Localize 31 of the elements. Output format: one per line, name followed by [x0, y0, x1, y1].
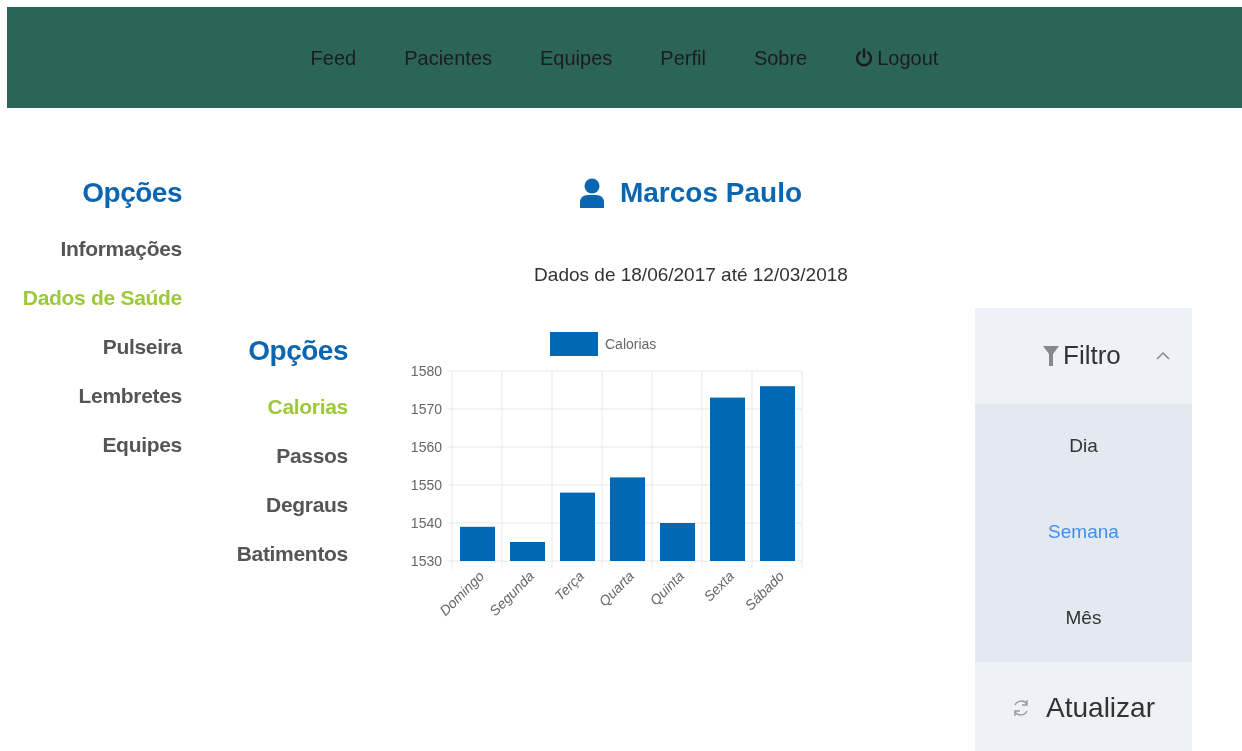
bar [660, 522, 695, 561]
menu-item[interactable]: Batimentos [236, 528, 348, 578]
axis-tick-label: 1560 [410, 438, 442, 455]
menu-item[interactable]: Equipes [102, 420, 182, 469]
filter-icon [1043, 345, 1059, 366]
bar [560, 492, 595, 561]
axis-tick-label: 1570 [410, 400, 442, 417]
axis-tick-label: 1540 [410, 514, 442, 531]
options-heading: Opções [247, 333, 348, 368]
axis-tick-label: 1580 [410, 362, 442, 379]
refresh-icon [1012, 697, 1031, 718]
bar [460, 526, 495, 561]
bar [510, 541, 545, 561]
filter-title: Filtro [1063, 339, 1121, 372]
patient-name: Marcos Paulo [619, 176, 803, 210]
user-icon [579, 178, 604, 208]
menu-item[interactable]: Degraus [266, 479, 348, 529]
menu-item[interactable]: Informações [60, 224, 182, 273]
refresh-button[interactable]: Atualizar [975, 661, 1192, 751]
power-icon [855, 47, 874, 68]
menu-item[interactable]: Passos [276, 430, 348, 480]
axis-tick-label: 1530 [410, 552, 442, 569]
caret-icon[interactable] [1156, 350, 1170, 361]
date-range-text: Dados de 18/06/2017 até 12/03/2018 [534, 263, 848, 287]
axis-tick-label: 1550 [410, 476, 442, 493]
menu-item[interactable]: Pulseira [102, 322, 182, 371]
filter-option[interactable]: Mês [975, 575, 1192, 662]
menu-item[interactable]: Lembretes [78, 371, 182, 420]
legend-label: Calorias [605, 335, 657, 352]
filter-option[interactable]: Dia [975, 403, 1192, 490]
options-heading: Opções [81, 176, 182, 210]
